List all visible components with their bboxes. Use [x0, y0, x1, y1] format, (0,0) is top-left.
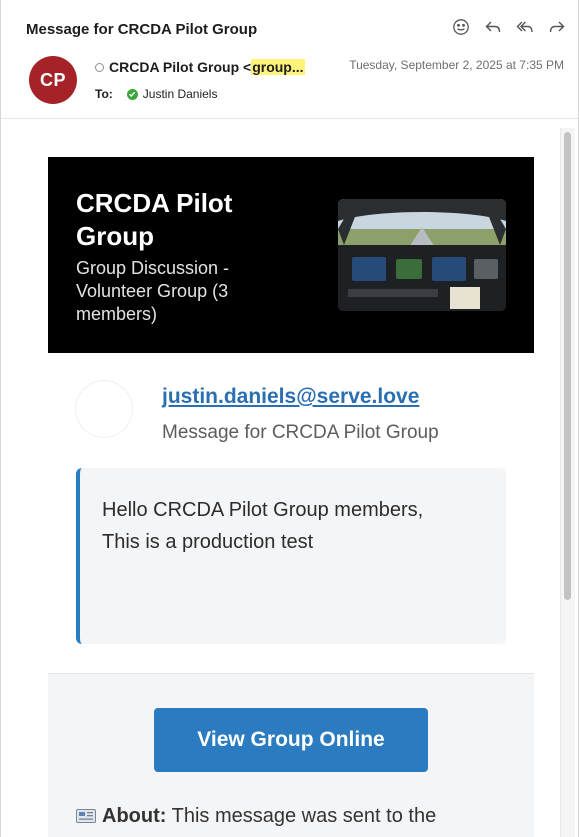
- banner-title: CRCDA Pilot Group: [76, 188, 233, 251]
- header-divider: [1, 118, 578, 119]
- about-text: This message was sent to the: [171, 805, 437, 827]
- cockpit-image: [338, 199, 506, 311]
- message-date: Tuesday, September 2, 2025 at 7:35 PM: [349, 58, 564, 72]
- from-address: group...: [251, 59, 305, 75]
- about-line: About: This message was sent to the: [76, 805, 436, 828]
- about-label: About:: [102, 805, 167, 827]
- message-subject: Message for CRCDA Pilot Group: [26, 21, 258, 38]
- message-line-1: Hello CRCDA Pilot Group members,: [102, 499, 424, 521]
- message-line-2: This is a production test: [102, 531, 314, 553]
- status-ring-icon: [95, 62, 104, 72]
- message-toolbar: [452, 18, 566, 36]
- sender-avatar[interactable]: CP: [29, 56, 77, 104]
- mail-window: Message for CRCDA Pilot Group CP CRCDA P…: [0, 0, 579, 837]
- email-banner: CRCDA Pilot Group Group Discussion - Vol…: [48, 157, 534, 353]
- message-body-card: Hello CRCDA Pilot Group members, This is…: [76, 468, 506, 644]
- view-group-online-button[interactable]: View Group Online: [154, 708, 428, 772]
- reply-all-icon[interactable]: [516, 18, 534, 36]
- newspaper-icon: [76, 806, 96, 823]
- to-line: To: Justin Daniels: [95, 87, 217, 101]
- message-text: Hello CRCDA Pilot Group members, This is…: [102, 494, 423, 558]
- from-name: CRCDA Pilot Group <: [109, 59, 252, 75]
- scrollbar-thumb[interactable]: [564, 132, 571, 600]
- forward-icon[interactable]: [548, 18, 566, 36]
- banner-subtitle: Group Discussion - Volunteer Group (3 me…: [76, 258, 230, 324]
- sender-email-link[interactable]: justin.daniels@serve.love: [162, 385, 419, 409]
- reply-icon[interactable]: [484, 18, 502, 36]
- smiley-icon[interactable]: [452, 18, 470, 36]
- email-footer: View Group Online About: This message wa…: [48, 673, 534, 837]
- sender-subject: Message for CRCDA Pilot Group: [162, 422, 439, 443]
- sender-profile-image: [76, 381, 132, 437]
- from-line[interactable]: CRCDA Pilot Group < group...: [95, 59, 305, 75]
- verified-check-icon: [126, 88, 138, 100]
- to-label: To:: [95, 87, 113, 101]
- recipient-name[interactable]: Justin Daniels: [143, 87, 218, 101]
